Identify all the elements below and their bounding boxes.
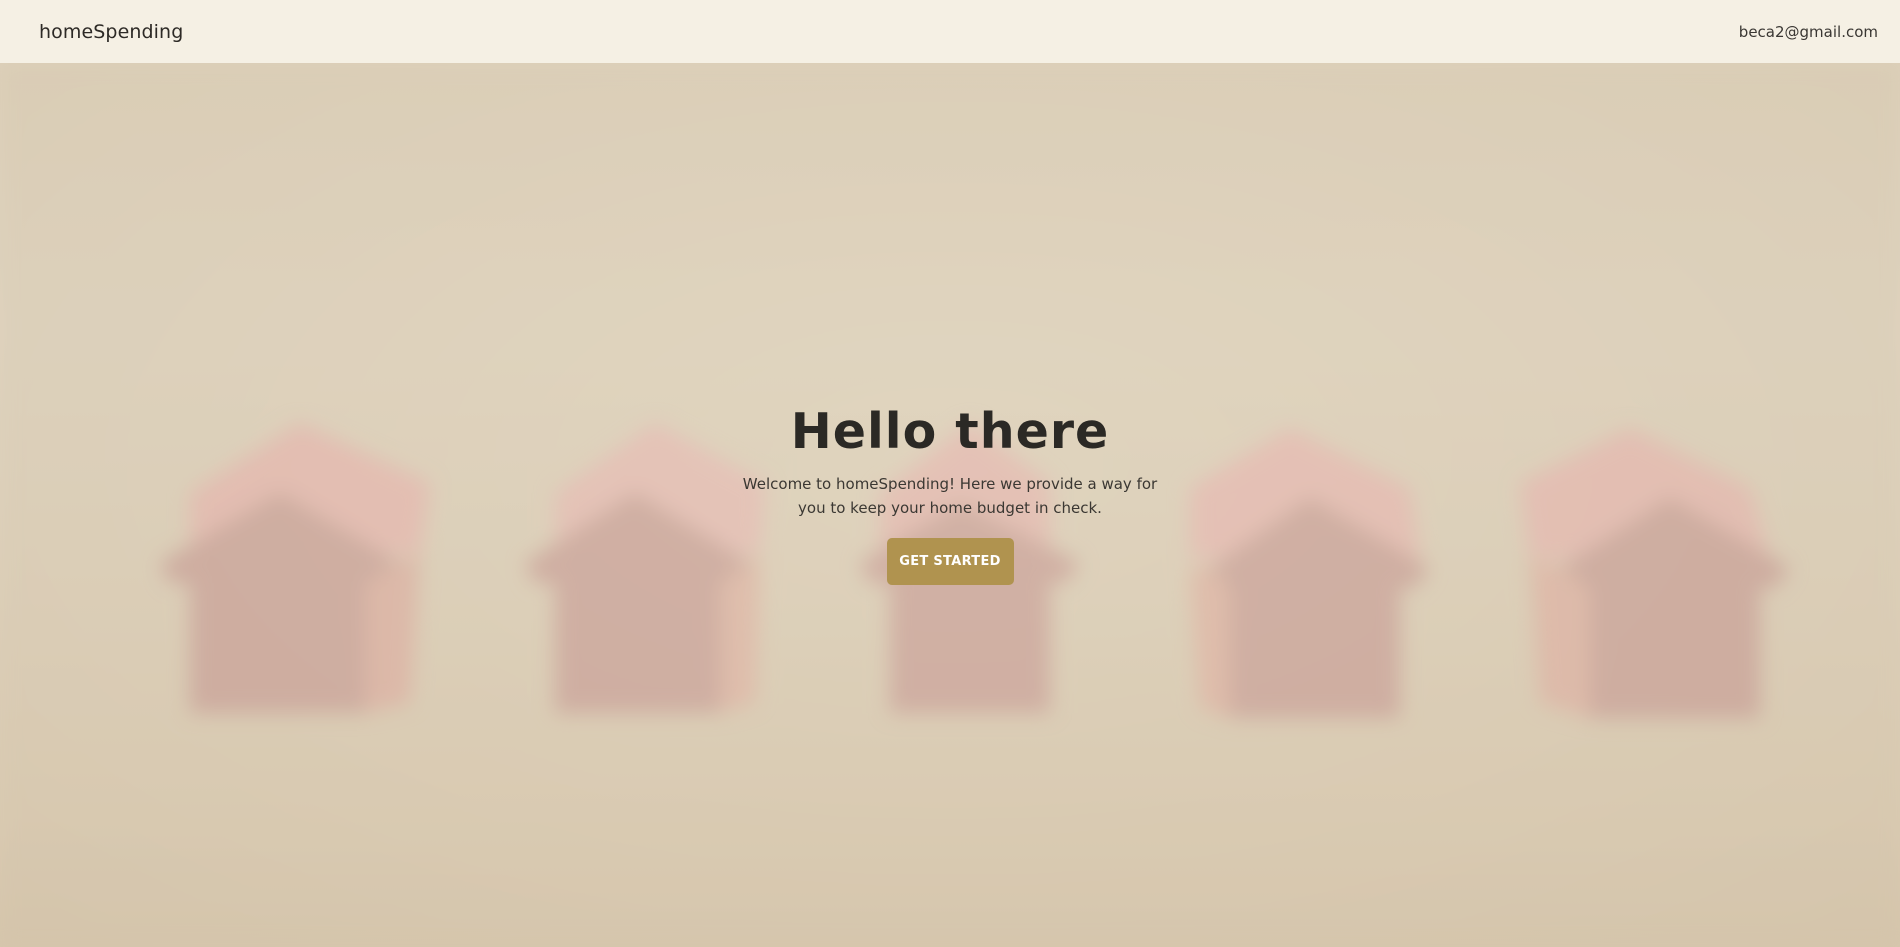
get-started-button[interactable]: GET STARTED [886,538,1014,585]
top-navbar: homeSpending beca2@gmail.com [0,0,1900,63]
hero-content: Hello there Welcome to homeSpending! Her… [0,403,1900,585]
hero-title: Hello there [790,403,1110,460]
brand-logo[interactable]: homeSpending [39,21,183,43]
hero-description: Welcome to homeSpending! Here we provide… [742,475,1158,517]
hero-section: Hello there Welcome to homeSpending! Her… [0,63,1900,947]
user-email[interactable]: beca2@gmail.com [1739,23,1878,41]
